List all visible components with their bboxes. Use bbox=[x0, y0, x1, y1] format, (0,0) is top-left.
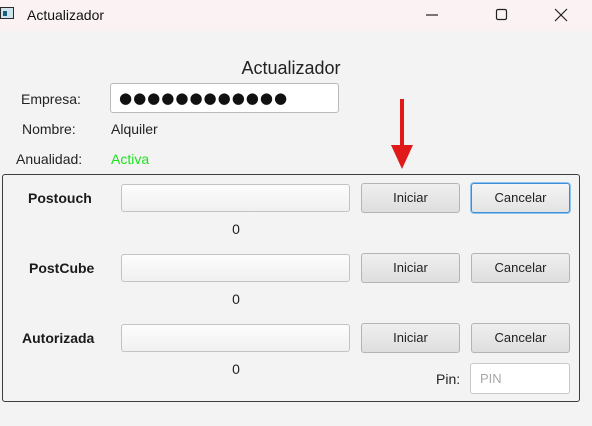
postcube-count: 0 bbox=[232, 291, 240, 307]
nombre-label: Nombre: bbox=[22, 121, 76, 137]
postcube-progress-bar bbox=[121, 254, 350, 282]
minimize-icon bbox=[426, 14, 438, 16]
empresa-label: Empresa: bbox=[21, 91, 81, 107]
anualidad-status: Activa bbox=[111, 151, 150, 167]
postouch-progress-bar bbox=[121, 184, 350, 212]
postouch-start-button[interactable]: Iniciar bbox=[361, 183, 460, 213]
postcube-label: PostCube bbox=[29, 260, 95, 276]
autorizada-progress-bar bbox=[121, 324, 350, 352]
autorizada-cancel-button[interactable]: Cancelar bbox=[471, 323, 570, 353]
window-title: Actualizador bbox=[27, 7, 105, 23]
postcube-cancel-button[interactable]: Cancelar bbox=[471, 253, 570, 283]
app-window-icon bbox=[0, 7, 14, 19]
maximize-icon bbox=[495, 8, 508, 21]
red-arrow-annotation bbox=[391, 99, 413, 169]
minimize-button[interactable] bbox=[409, 0, 455, 31]
nombre-value: Alquiler bbox=[111, 121, 158, 137]
title-bar: Actualizador bbox=[0, 0, 592, 31]
anualidad-label: Anualidad: bbox=[16, 151, 83, 167]
page-title: Actualizador bbox=[241, 58, 341, 78]
autorizada-start-button[interactable]: Iniciar bbox=[361, 323, 460, 353]
postouch-cancel-button[interactable]: Cancelar bbox=[471, 183, 570, 213]
postcube-start-button[interactable]: Iniciar bbox=[361, 253, 460, 283]
postouch-count: 0 bbox=[232, 221, 240, 237]
close-button[interactable] bbox=[538, 0, 584, 31]
maximize-button[interactable] bbox=[479, 0, 525, 31]
empresa-password-field[interactable]: ●●●●●●●●●●●● bbox=[110, 83, 339, 113]
postouch-label: Postouch bbox=[28, 190, 92, 206]
close-icon bbox=[554, 8, 568, 22]
autorizada-label: Autorizada bbox=[22, 330, 95, 346]
autorizada-count: 0 bbox=[232, 361, 240, 377]
pin-label: Pin: bbox=[436, 371, 461, 387]
pin-input[interactable] bbox=[470, 363, 570, 394]
